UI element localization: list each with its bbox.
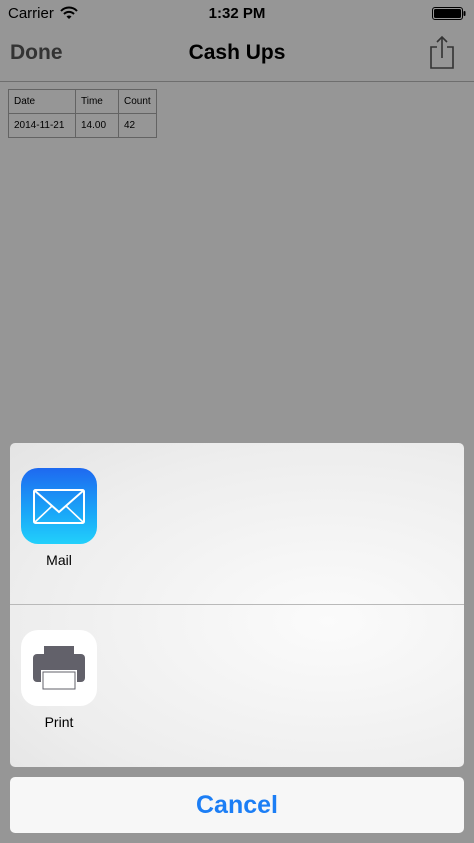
print-label: Print (44, 714, 74, 730)
printer-icon (33, 646, 85, 690)
mail-app-tile[interactable] (21, 468, 97, 544)
share-sheet: Mail Print (10, 443, 464, 767)
print-app-tile[interactable] (21, 630, 97, 706)
share-app-mail[interactable]: Mail (10, 443, 464, 604)
share-app-print[interactable]: Print (10, 605, 464, 766)
cancel-button[interactable]: Cancel (10, 777, 464, 833)
mail-label: Mail (46, 552, 72, 568)
mail-icon (33, 489, 85, 524)
